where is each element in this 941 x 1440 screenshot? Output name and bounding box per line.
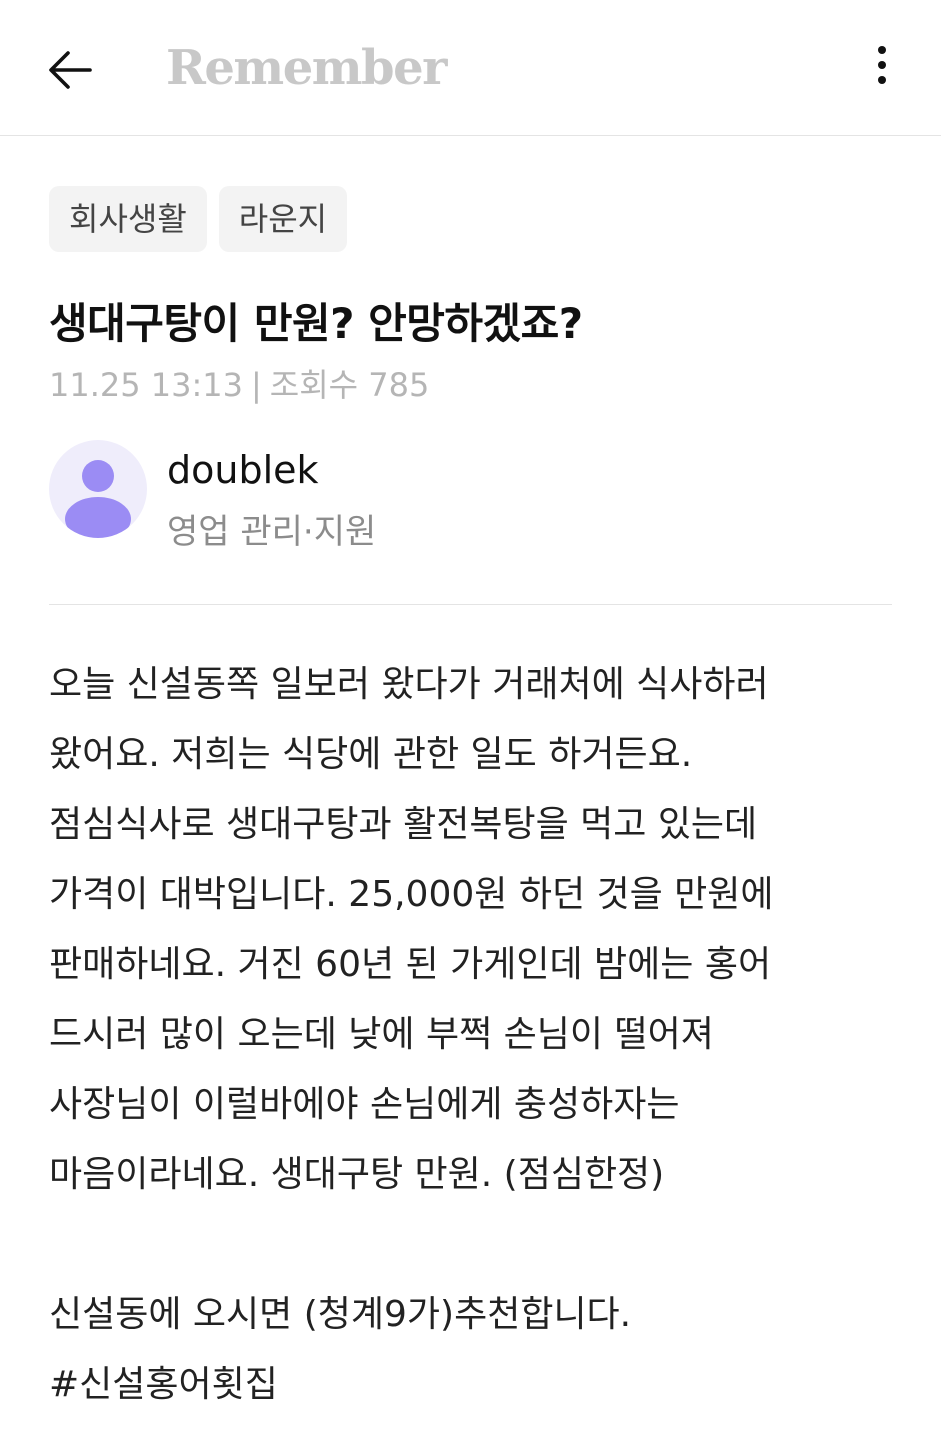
tag-lounge[interactable]: 라운지 <box>218 186 348 252</box>
divider <box>49 604 892 605</box>
body-line: 판매하네요. 거진 60년 된 가게인데 밤에는 홍어 <box>49 944 772 985</box>
avatar[interactable] <box>49 440 147 538</box>
post-body: 오늘 신설동쪽 일보러 왔다가 거래처에 식사하러 왔어요. 저희는 식당에 관… <box>49 650 909 1420</box>
view-count: 785 <box>368 366 430 404</box>
app-logo: Remember <box>166 40 447 96</box>
body-line: 점심식사로 생대구탕과 활전복탕을 먹고 있는데 <box>49 804 758 845</box>
user-icon <box>82 460 114 492</box>
body-line: 마음이라네요. 생대구탕 만원. (점심한정) <box>49 1154 665 1195</box>
top-bar: Remember <box>0 0 941 136</box>
more-options-button[interactable] <box>867 46 897 92</box>
body-line: 오늘 신설동쪽 일보러 왔다가 거래처에 식사하러 <box>49 664 769 705</box>
body-line: 드시러 많이 오는데 낮에 부쩍 손님이 떨어져 <box>49 1014 714 1055</box>
body-line: 왔어요. 저희는 식당에 관한 일도 하거든요. <box>49 734 693 775</box>
body-line: 신설동에 오시면 (청계9가)추천합니다. <box>49 1294 632 1335</box>
body-line: 가격이 대박입니다. 25,000원 하던 것을 만원에 <box>49 874 774 915</box>
author-name[interactable]: doublek <box>167 448 319 492</box>
author-department: 영업 관리·지원 <box>167 512 377 552</box>
views-label: 조회수 <box>269 366 359 404</box>
more-vertical-icon <box>878 46 886 54</box>
hashtag-link[interactable]: #신설홍어횟집 <box>49 1350 909 1420</box>
back-button[interactable] <box>44 44 96 96</box>
meta-separator: | <box>251 366 262 404</box>
post-date: 11.25 13:13 <box>49 366 243 404</box>
arrow-left-icon <box>49 51 92 89</box>
post-meta: 11.25 13:13 | 조회수 785 <box>49 360 429 406</box>
post-title: 생대구탕이 만원? 안망하겠죠? <box>49 299 583 348</box>
category-tags: 회사생활 라운지 <box>49 186 348 252</box>
tag-company-life[interactable]: 회사생활 <box>49 186 207 252</box>
body-line: 사장님이 이럴바에야 손님에게 충성하자는 <box>49 1084 680 1125</box>
